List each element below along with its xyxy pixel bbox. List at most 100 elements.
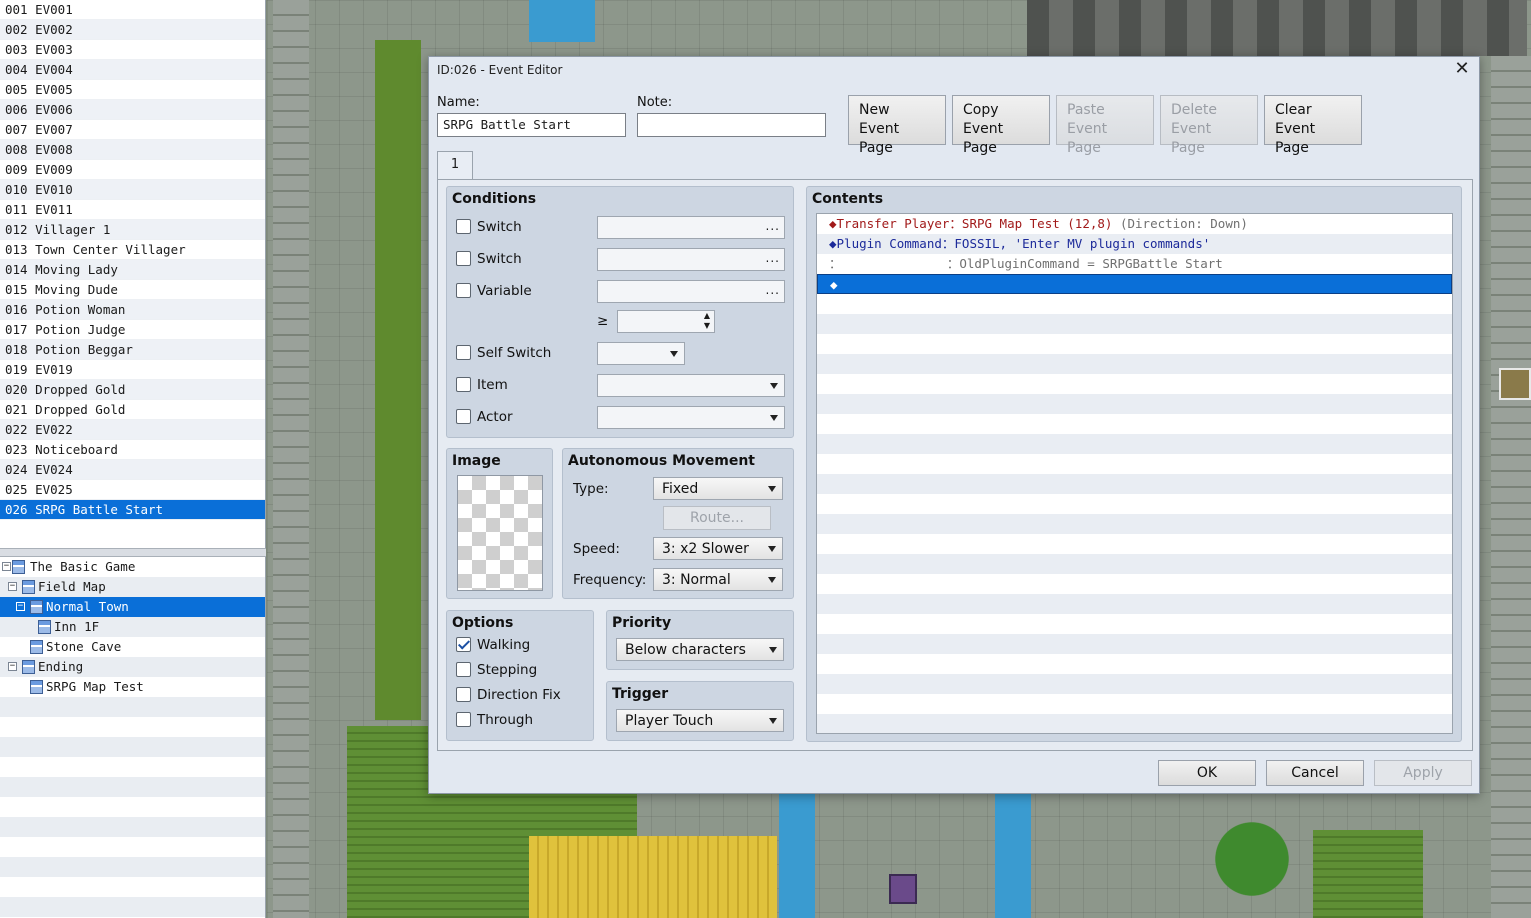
image-group: Image: [446, 448, 553, 599]
spinner-arrows-icon[interactable]: ▲ ▼: [704, 311, 710, 331]
paste-event-page-line1: Paste: [1067, 102, 1105, 118]
priority-dropdown[interactable]: Below characters: [616, 638, 784, 661]
event-command-list[interactable]: ◆Transfer Player：SRPG Map Test (12,8) (D…: [816, 213, 1453, 734]
event-list-item[interactable]: 022 EV022: [0, 420, 265, 440]
image-title: Image: [452, 453, 501, 469]
name-input[interactable]: SRPG Battle Start: [437, 113, 626, 137]
map-roof-yellow: [529, 836, 777, 918]
event-list-item[interactable]: 023 Noticeboard: [0, 440, 265, 460]
event-list-item[interactable]: 013 Town Center Villager: [0, 240, 265, 260]
map-tree-label: SRPG Map Test: [46, 679, 144, 694]
trigger-title: Trigger: [612, 686, 669, 702]
delete-event-page-line2: Event Page: [1171, 121, 1212, 156]
map-tree-item[interactable]: Inn 1F: [0, 617, 265, 637]
item-dropdown[interactable]: [597, 374, 785, 397]
actor-checkbox[interactable]: [456, 409, 471, 424]
clear-event-page-button[interactable]: Clear Event Page: [1264, 95, 1362, 156]
map-tree-item[interactable]: − The Basic Game: [0, 557, 265, 577]
event-list-item[interactable]: 011 EV011: [0, 200, 265, 220]
map-tree-item[interactable]: − Field Map: [0, 577, 265, 597]
event-list-item[interactable]: 026 SRPG Battle Start: [0, 500, 265, 520]
walking-checkbox[interactable]: [456, 637, 471, 652]
map-tree-item[interactable]: − Normal Town: [0, 597, 265, 617]
command-row[interactable]: ： ：OldPluginCommand = SRPGBattle Start: [817, 254, 1452, 274]
map-icon: [30, 600, 43, 614]
ok-button[interactable]: OK: [1158, 760, 1256, 786]
map-wall-left: [273, 0, 309, 918]
through-checkbox[interactable]: [456, 712, 471, 727]
event-list-item[interactable]: 001 EV001: [0, 0, 265, 20]
variable-value-spinner[interactable]: ▲ ▼: [617, 310, 715, 333]
direction-fix-checkbox[interactable]: [456, 687, 471, 702]
command-args: FOSSIL, 'Enter MV plugin commands': [954, 236, 1211, 251]
panel-splitter[interactable]: [0, 548, 266, 557]
new-event-page-button[interactable]: New Event Page: [848, 95, 946, 156]
switch1-checkbox[interactable]: [456, 219, 471, 234]
command-row-selected[interactable]: ◆: [817, 274, 1452, 294]
event-list[interactable]: 001 EV001 002 EV002 003 EV003 004 EV004 005 …: [0, 0, 266, 548]
map-tree-item[interactable]: SRPG Map Test: [0, 677, 265, 697]
event-list-item[interactable]: 017 Potion Judge: [0, 320, 265, 340]
event-list-item[interactable]: 003 EV003: [0, 40, 265, 60]
event-list-item[interactable]: 012 Villager 1: [0, 220, 265, 240]
event-list-item[interactable]: 008 EV008: [0, 140, 265, 160]
event-list-item[interactable]: 018 Potion Beggar: [0, 340, 265, 360]
paste-event-page-button[interactable]: Paste Event Page: [1056, 95, 1154, 156]
command-row[interactable]: ◆Plugin Command：FOSSIL, 'Enter MV plugin…: [817, 234, 1452, 254]
event-list-item[interactable]: 007 EV007: [0, 120, 265, 140]
event-list-item[interactable]: 015 Moving Dude: [0, 280, 265, 300]
stepping-checkbox[interactable]: [456, 662, 471, 677]
item-checkbox[interactable]: [456, 377, 471, 392]
map-tree-label: Normal Town: [46, 599, 129, 614]
frequency-value: 3: Normal: [662, 572, 731, 588]
event-list-item[interactable]: 016 Potion Woman: [0, 300, 265, 320]
event-image-preview[interactable]: [457, 475, 543, 591]
switch2-field[interactable]: ...: [597, 248, 785, 271]
event-list-item[interactable]: 020 Dropped Gold: [0, 380, 265, 400]
event-list-item[interactable]: 014 Moving Lady: [0, 260, 265, 280]
event-list-item[interactable]: 009 EV009: [0, 160, 265, 180]
speed-dropdown[interactable]: 3: x2 Slower: [653, 537, 783, 560]
event-list-item[interactable]: 002 EV002: [0, 20, 265, 40]
event-list-item[interactable]: 025 EV025: [0, 480, 265, 500]
switch1-field[interactable]: ...: [597, 216, 785, 239]
switch2-checkbox[interactable]: [456, 251, 471, 266]
new-event-page-line2: Event Page: [859, 121, 900, 156]
note-input[interactable]: [637, 113, 826, 137]
cancel-button[interactable]: Cancel: [1266, 760, 1364, 786]
trigger-dropdown[interactable]: Player Touch: [616, 709, 784, 732]
variable-checkbox[interactable]: [456, 283, 471, 298]
map-tree-item[interactable]: Stone Cave: [0, 637, 265, 657]
event-list-item[interactable]: 004 EV004: [0, 60, 265, 80]
speed-value: 3: x2 Slower: [662, 541, 749, 557]
event-list-item[interactable]: 019 EV019: [0, 360, 265, 380]
self-switch-checkbox[interactable]: [456, 345, 471, 360]
collapse-toggle-icon[interactable]: −: [8, 662, 17, 671]
switch1-label: Switch: [477, 219, 522, 235]
collapse-toggle-icon[interactable]: −: [16, 602, 25, 611]
apply-button[interactable]: Apply: [1374, 760, 1472, 786]
collapse-toggle-icon[interactable]: −: [8, 582, 17, 591]
movement-type-dropdown[interactable]: Fixed: [653, 477, 783, 500]
map-tree[interactable]: − The Basic Game − Field Map − Normal Town Inn…: [0, 557, 266, 918]
variable-field[interactable]: ...: [597, 280, 785, 303]
tab-page-1[interactable]: 1: [437, 151, 473, 180]
event-list-item[interactable]: 021 Dropped Gold: [0, 400, 265, 420]
direction-fix-label: Direction Fix: [477, 687, 561, 703]
command-row[interactable]: ◆Transfer Player：SRPG Map Test (12,8) (D…: [817, 214, 1452, 234]
route-button[interactable]: Route...: [663, 506, 771, 530]
frequency-dropdown[interactable]: 3: Normal: [653, 568, 783, 591]
collapse-toggle-icon[interactable]: −: [2, 562, 11, 571]
actor-dropdown[interactable]: [597, 406, 785, 429]
event-list-item[interactable]: 006 EV006: [0, 100, 265, 120]
event-list-item[interactable]: 005 EV005: [0, 80, 265, 100]
delete-event-page-button[interactable]: Delete Event Page: [1160, 95, 1258, 156]
copy-event-page-line2: Event Page: [963, 121, 1004, 156]
event-list-item[interactable]: 024 EV024: [0, 460, 265, 480]
self-switch-label: Self Switch: [477, 345, 552, 361]
copy-event-page-button[interactable]: Copy Event Page: [952, 95, 1050, 156]
self-switch-dropdown[interactable]: [597, 342, 685, 365]
map-tree-item[interactable]: − Ending: [0, 657, 265, 677]
event-list-item[interactable]: 010 EV010: [0, 180, 265, 200]
close-icon[interactable]: ✕: [1451, 59, 1473, 81]
